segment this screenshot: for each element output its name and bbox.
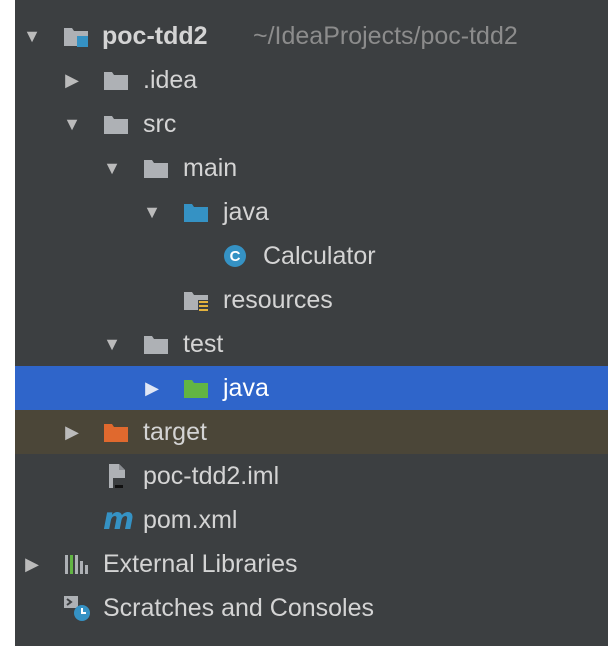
root-module-name: poc-tdd2 [102, 22, 208, 50]
external-libraries-label: External Libraries [103, 550, 298, 578]
collapsed-arrow-icon[interactable]: ▶ [143, 379, 161, 397]
expanded-arrow-icon[interactable]: ▼ [143, 203, 161, 221]
file-label-iml: poc-tdd2.iml [143, 462, 280, 490]
java-class-icon: C [224, 245, 246, 267]
tree-row-target[interactable]: ▶ target [15, 410, 608, 454]
folder-icon [144, 160, 168, 178]
resources-folder-icon [184, 292, 209, 311]
file-label-pom: pom.xml [143, 506, 238, 534]
folder-icon [104, 72, 128, 90]
collapsed-arrow-icon[interactable]: ▶ [63, 423, 81, 441]
folder-label-src: src [143, 110, 177, 138]
folder-label-idea: .idea [143, 66, 198, 94]
expanded-arrow-icon[interactable]: ▼ [103, 335, 121, 353]
folder-icon [144, 336, 168, 354]
folder-label-main-java: java [223, 198, 269, 226]
expanded-arrow-icon[interactable]: ▼ [23, 27, 41, 45]
libraries-icon [65, 555, 88, 574]
tree-row-main[interactable]: ▼ main [15, 146, 608, 190]
maven-icon: m [103, 502, 135, 537]
tree-row-idea[interactable]: ▶ .idea [15, 58, 608, 102]
folder-label-main: main [183, 154, 238, 182]
module-folder-icon [64, 28, 88, 47]
root-module-path: ~/IdeaProjects/poc-tdd2 [253, 22, 518, 50]
collapsed-arrow-icon[interactable]: ▶ [23, 555, 41, 573]
tree-row-iml[interactable]: poc-tdd2.iml [15, 454, 608, 498]
project-tree-panel: ▼ poc-tdd2 ~/IdeaProjects/poc-tdd2 ▶ .id… [15, 0, 608, 646]
class-icon-letter: C [230, 248, 241, 265]
folder-label-test: test [183, 330, 224, 358]
tree-row-scratches[interactable]: Scratches and Consoles [15, 586, 608, 630]
tree-row-calculator[interactable]: C Calculator [15, 234, 608, 278]
module-file-icon [109, 464, 127, 489]
folder-label-resources: resources [223, 286, 333, 314]
scratches-icon [64, 596, 90, 621]
tree-row-test-java[interactable]: ▶ java [15, 366, 608, 410]
collapsed-arrow-icon[interactable]: ▶ [63, 71, 81, 89]
tree-row-main-java[interactable]: ▼ java [15, 190, 608, 234]
excluded-folder-icon [104, 424, 128, 442]
test-source-folder-icon [184, 380, 208, 398]
tree-row-resources[interactable]: resources [15, 278, 608, 322]
tree-row-test[interactable]: ▼ test [15, 322, 608, 366]
scratches-label: Scratches and Consoles [103, 594, 374, 622]
file-label-calculator: Calculator [263, 242, 376, 270]
tree-row-root[interactable]: ▼ poc-tdd2 ~/IdeaProjects/poc-tdd2 [15, 14, 608, 58]
folder-label-test-java: java [223, 374, 269, 402]
tree-row-src[interactable]: ▼ src [15, 102, 608, 146]
expanded-arrow-icon[interactable]: ▼ [103, 159, 121, 177]
tree-row-external-libraries[interactable]: ▶ External Libraries [15, 542, 608, 586]
folder-icon [104, 116, 128, 134]
tree-row-pom[interactable]: m pom.xml [15, 498, 608, 542]
expanded-arrow-icon[interactable]: ▼ [63, 115, 81, 133]
source-folder-icon [184, 204, 208, 222]
folder-label-target: target [143, 418, 207, 446]
